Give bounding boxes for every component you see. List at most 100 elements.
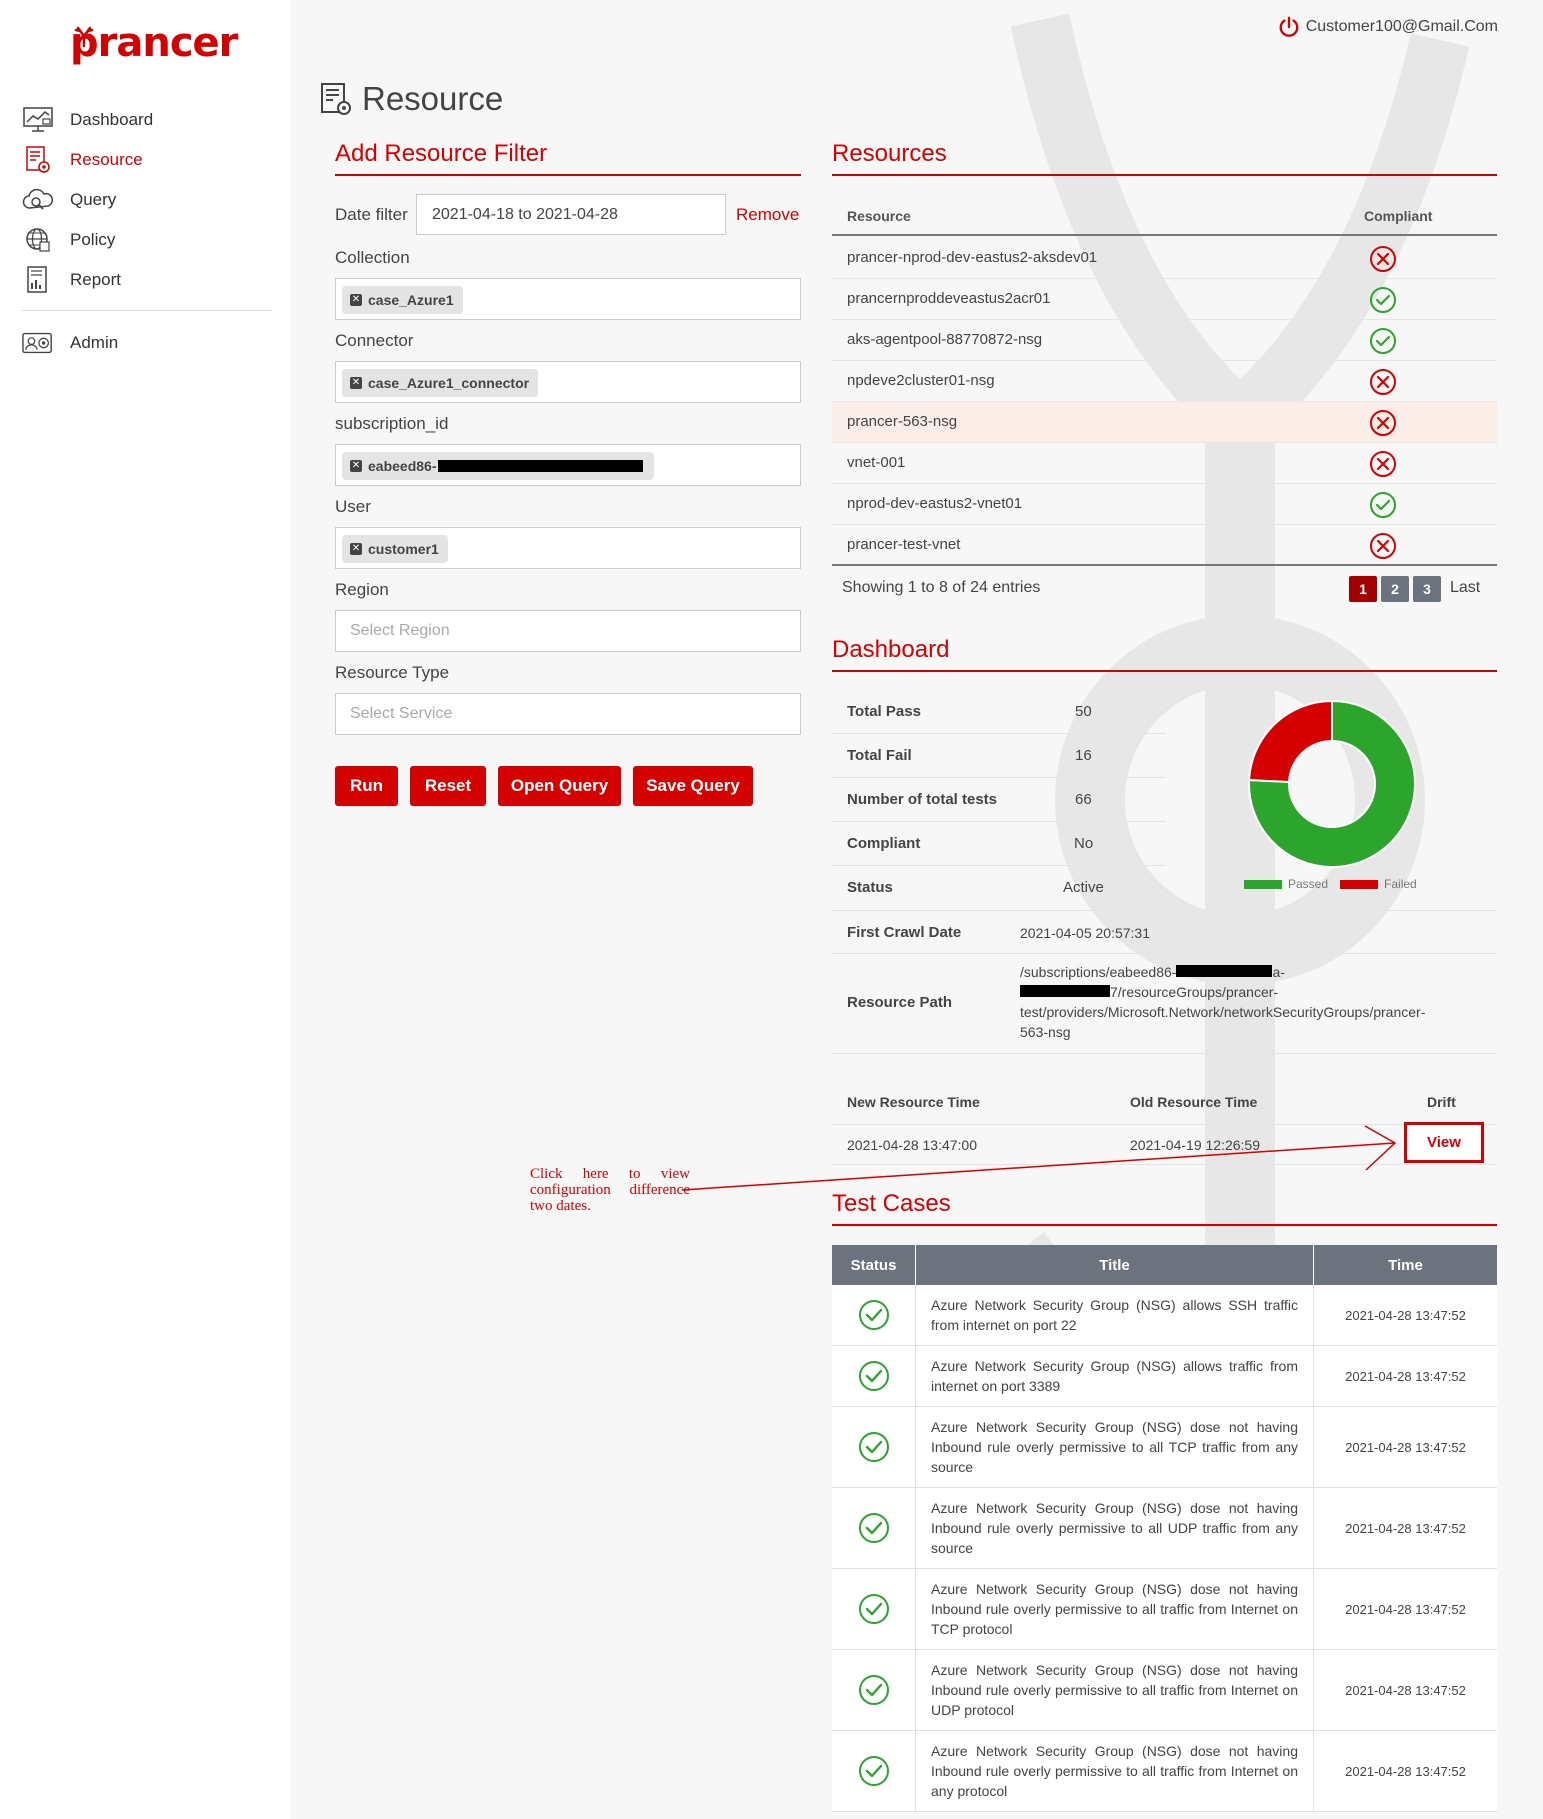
page-2-button[interactable]: 2 <box>1381 576 1409 602</box>
sidebar-item-label: Query <box>70 190 117 209</box>
compliant-label: Compliant <box>847 835 921 852</box>
entries-info: Showing 1 to 8 of 24 entries <box>842 579 1041 596</box>
collection-label: Collection <box>335 248 410 267</box>
connector-select[interactable]: ✕ case_Azure1_connector <box>335 361 801 403</box>
path-line-3: test/providers/Microsoft.Network/network… <box>1020 1004 1426 1020</box>
compliant-column-header[interactable]: Compliant <box>1364 208 1432 224</box>
remove-date-link[interactable]: Remove <box>736 205 799 225</box>
region-label: Region <box>335 580 389 599</box>
legend-passed-swatch <box>1244 879 1282 889</box>
table-row[interactable]: prancer-563-nsg <box>832 402 1497 443</box>
power-icon[interactable] <box>1278 16 1300 38</box>
table-row[interactable]: aks-agentpool-88770872-nsg <box>832 320 1497 361</box>
region-select[interactable]: Select Region <box>335 610 801 652</box>
title-column-header[interactable]: Title <box>916 1245 1314 1285</box>
time-column-header[interactable]: Time <box>1314 1245 1497 1285</box>
passed-check-icon <box>832 1569 916 1649</box>
save-query-button[interactable]: Save Query <box>633 766 753 806</box>
sidebar-item-label: Admin <box>70 333 119 352</box>
user-select[interactable]: ✕ customer1 <box>335 527 801 569</box>
antler-icon <box>74 26 94 48</box>
collection-select[interactable]: ✕ case_Azure1 <box>335 278 801 320</box>
page-title: Resource <box>320 80 503 118</box>
view-drift-button[interactable]: View <box>1404 1122 1484 1163</box>
tag-label: case_Azure1_connector <box>368 375 530 391</box>
date-filter-value: 2021-04-18 to 2021-04-28 <box>432 206 618 223</box>
page-title-text: Resource <box>362 80 504 117</box>
resource-type-select[interactable]: Select Service <box>335 693 801 735</box>
query-icon <box>22 186 54 214</box>
sidebar-item-dashboard[interactable]: Dashboard <box>22 100 272 140</box>
table-row[interactable]: nprod-dev-eastus2-vnet01 <box>832 484 1497 525</box>
table-divider <box>832 564 1497 566</box>
policy-icon <box>22 226 54 254</box>
path-line-1: /subscriptions/eabeed86- <box>1020 964 1177 980</box>
sidebar-item-report[interactable]: Report <box>22 260 272 300</box>
donut-slice-failed[interactable] <box>1248 699 1333 784</box>
status-column-header[interactable]: Status <box>832 1245 916 1285</box>
test-case-title: Azure Network Security Group (NSG) dose … <box>916 1488 1314 1568</box>
test-cases-header: Status Title Time <box>832 1245 1497 1285</box>
test-case-title: Azure Network Security Group (NSG) dose … <box>916 1569 1314 1649</box>
legend-failed-swatch <box>1340 879 1379 889</box>
table-row[interactable]: prancer-test-vnet <box>832 525 1497 566</box>
sidebar-item-policy[interactable]: Policy <box>22 220 272 260</box>
table-row[interactable]: Azure Network Security Group (NSG) dose … <box>832 1407 1497 1488</box>
open-query-button[interactable]: Open Query <box>498 766 621 806</box>
first-crawl-label: First Crawl Date <box>847 924 962 941</box>
resource-name: npdeve2cluster01-nsg <box>847 372 995 389</box>
x-circle-icon <box>1369 368 1397 396</box>
resource-name: prancer-test-vnet <box>847 536 961 553</box>
dashboard-title: Dashboard <box>832 636 1497 672</box>
annotation-arrow <box>681 1125 1397 1191</box>
table-row[interactable]: npdeve2cluster01-nsg <box>832 361 1497 402</box>
user-email: Customer100@Gmail.Com <box>1305 18 1498 35</box>
table-row[interactable]: Azure Network Security Group (NSG) dose … <box>832 1569 1497 1650</box>
sidebar-item-resource[interactable]: Resource <box>22 140 272 180</box>
table-row[interactable]: vnet-001 <box>832 443 1497 484</box>
tag-label: customer1 <box>368 541 439 557</box>
total-fail-row: Total Fail 16 <box>832 734 1166 778</box>
subscription-select[interactable]: ✕ eabeed86- <box>335 444 801 486</box>
table-row[interactable]: Azure Network Security Group (NSG) dose … <box>832 1488 1497 1569</box>
tag-label: case_Azure1 <box>368 292 454 308</box>
status-row: Status Active <box>832 866 1166 910</box>
sidebar: prancer Dashboard Resource Query Policy … <box>0 0 290 1819</box>
tag-remove-icon[interactable]: ✕ <box>350 377 362 389</box>
passed-check-icon <box>832 1650 916 1730</box>
sidebar-nav: Dashboard Resource Query Policy Report A… <box>22 100 272 363</box>
table-row[interactable]: Azure Network Security Group (NSG) allow… <box>832 1346 1497 1407</box>
tag-remove-icon[interactable]: ✕ <box>350 294 362 306</box>
date-filter-input[interactable]: 2021-04-18 to 2021-04-28 <box>416 194 726 235</box>
last-page-link[interactable]: Last <box>1450 579 1480 597</box>
tag-remove-icon[interactable]: ✕ <box>350 543 362 555</box>
sidebar-item-label: Dashboard <box>70 110 154 129</box>
table-row[interactable]: Azure Network Security Group (NSG) dose … <box>832 1650 1497 1731</box>
tag-remove-icon[interactable]: ✕ <box>350 460 362 472</box>
resource-path-row: Resource Path /subscriptions/eabeed86- a-… <box>832 954 1497 1054</box>
table-row[interactable]: prancernproddeveastus2acr01 <box>832 279 1497 320</box>
table-row[interactable]: Azure Network Security Group (NSG) allow… <box>832 1285 1497 1346</box>
user-menu[interactable]: Customer100@Gmail.Com <box>1278 16 1498 38</box>
status-value: Active <box>1063 879 1104 896</box>
page-1-button[interactable]: 1 <box>1349 576 1377 602</box>
resource-column-header[interactable]: Resource <box>847 208 911 224</box>
redaction-bar <box>1020 985 1110 997</box>
run-button[interactable]: Run <box>335 766 398 806</box>
test-case-title: Azure Network Security Group (NSG) allow… <box>916 1285 1314 1345</box>
sidebar-item-admin[interactable]: Admin <box>22 323 272 363</box>
path-line-1-end: a- <box>1272 964 1285 980</box>
test-case-time: 2021-04-28 13:47:52 <box>1345 1439 1466 1455</box>
table-row[interactable]: Azure Network Security Group (NSG) dose … <box>832 1731 1497 1812</box>
table-row[interactable]: prancer-nprod-dev-eastus2-aksdev01 <box>832 238 1497 279</box>
passed-check-icon <box>832 1346 916 1406</box>
sidebar-item-label: Report <box>70 270 122 289</box>
test-case-title: Azure Network Security Group (NSG) allow… <box>916 1346 1314 1406</box>
path-line-4: 563-nsg <box>1020 1024 1071 1040</box>
connector-tag: ✕ case_Azure1_connector <box>342 369 539 397</box>
page-3-button[interactable]: 3 <box>1413 576 1441 602</box>
resource-name: vnet-001 <box>847 454 906 471</box>
reset-button[interactable]: Reset <box>410 766 486 806</box>
sidebar-item-query[interactable]: Query <box>22 180 272 220</box>
x-circle-icon <box>1369 532 1397 560</box>
